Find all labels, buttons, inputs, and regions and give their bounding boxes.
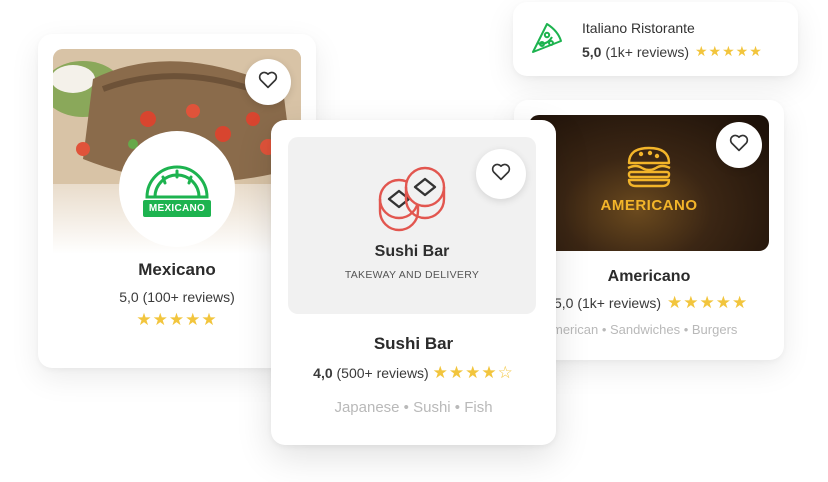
cuisine-tags: Japanese • Sushi • Fish bbox=[334, 399, 493, 416]
star-rating: ★★★★★ bbox=[667, 293, 749, 312]
favorite-button[interactable] bbox=[716, 122, 762, 168]
burger-icon bbox=[624, 145, 674, 194]
banner-subtitle: TAKEWAY AND DELIVERY bbox=[344, 269, 480, 281]
pizza-slice-icon bbox=[528, 19, 566, 62]
logo-label: MEXICANO bbox=[142, 200, 212, 217]
sushi-roll-icon bbox=[377, 165, 449, 240]
review-count: (1k+ reviews) bbox=[577, 295, 661, 311]
restaurant-title: Sushi Bar bbox=[373, 334, 454, 353]
heart-icon bbox=[258, 71, 278, 94]
rating-line: 5,0 (1k+ reviews) ★★★★★ bbox=[554, 293, 748, 313]
rating-score: 5,0 bbox=[554, 295, 574, 311]
restaurant-card-sushi[interactable]: Sushi Bar TAKEWAY AND DELIVERY Sushi Bar… bbox=[271, 120, 556, 445]
rating-score: 5,0 bbox=[119, 289, 139, 305]
review-count: (500+ reviews) bbox=[336, 365, 429, 381]
rating-score: 4,0 bbox=[313, 365, 333, 381]
banner-title: Sushi Bar bbox=[374, 243, 450, 260]
review-count: (1k+ reviews) bbox=[605, 43, 689, 60]
cuisine-tags: merican • Sandwiches • Burgers bbox=[552, 322, 738, 337]
heart-icon bbox=[491, 163, 511, 186]
rating-line: 5,0 (1k+ reviews) ★★★★★ bbox=[582, 43, 763, 60]
restaurant-title: Italiano Ristorante bbox=[582, 20, 695, 36]
rating-line: 4,0 (500+ reviews) ★★★★☆ bbox=[271, 363, 556, 383]
heart-icon bbox=[729, 134, 749, 157]
restaurant-logo: MEXICANO bbox=[119, 131, 235, 247]
rating-score: 5,0 bbox=[582, 43, 602, 60]
star-rating: ★★★★ bbox=[432, 363, 498, 382]
favorite-button[interactable] bbox=[476, 149, 526, 199]
star-empty: ☆ bbox=[497, 363, 514, 382]
star-rating: ★★★★★ bbox=[695, 43, 763, 59]
review-count: (100+ reviews) bbox=[142, 289, 235, 305]
restaurant-card-italiano[interactable]: Italiano Ristorante 5,0 (1k+ reviews) ★★… bbox=[513, 2, 798, 76]
favorite-button[interactable] bbox=[245, 59, 291, 105]
logo-label: AMERICANO bbox=[600, 197, 698, 214]
